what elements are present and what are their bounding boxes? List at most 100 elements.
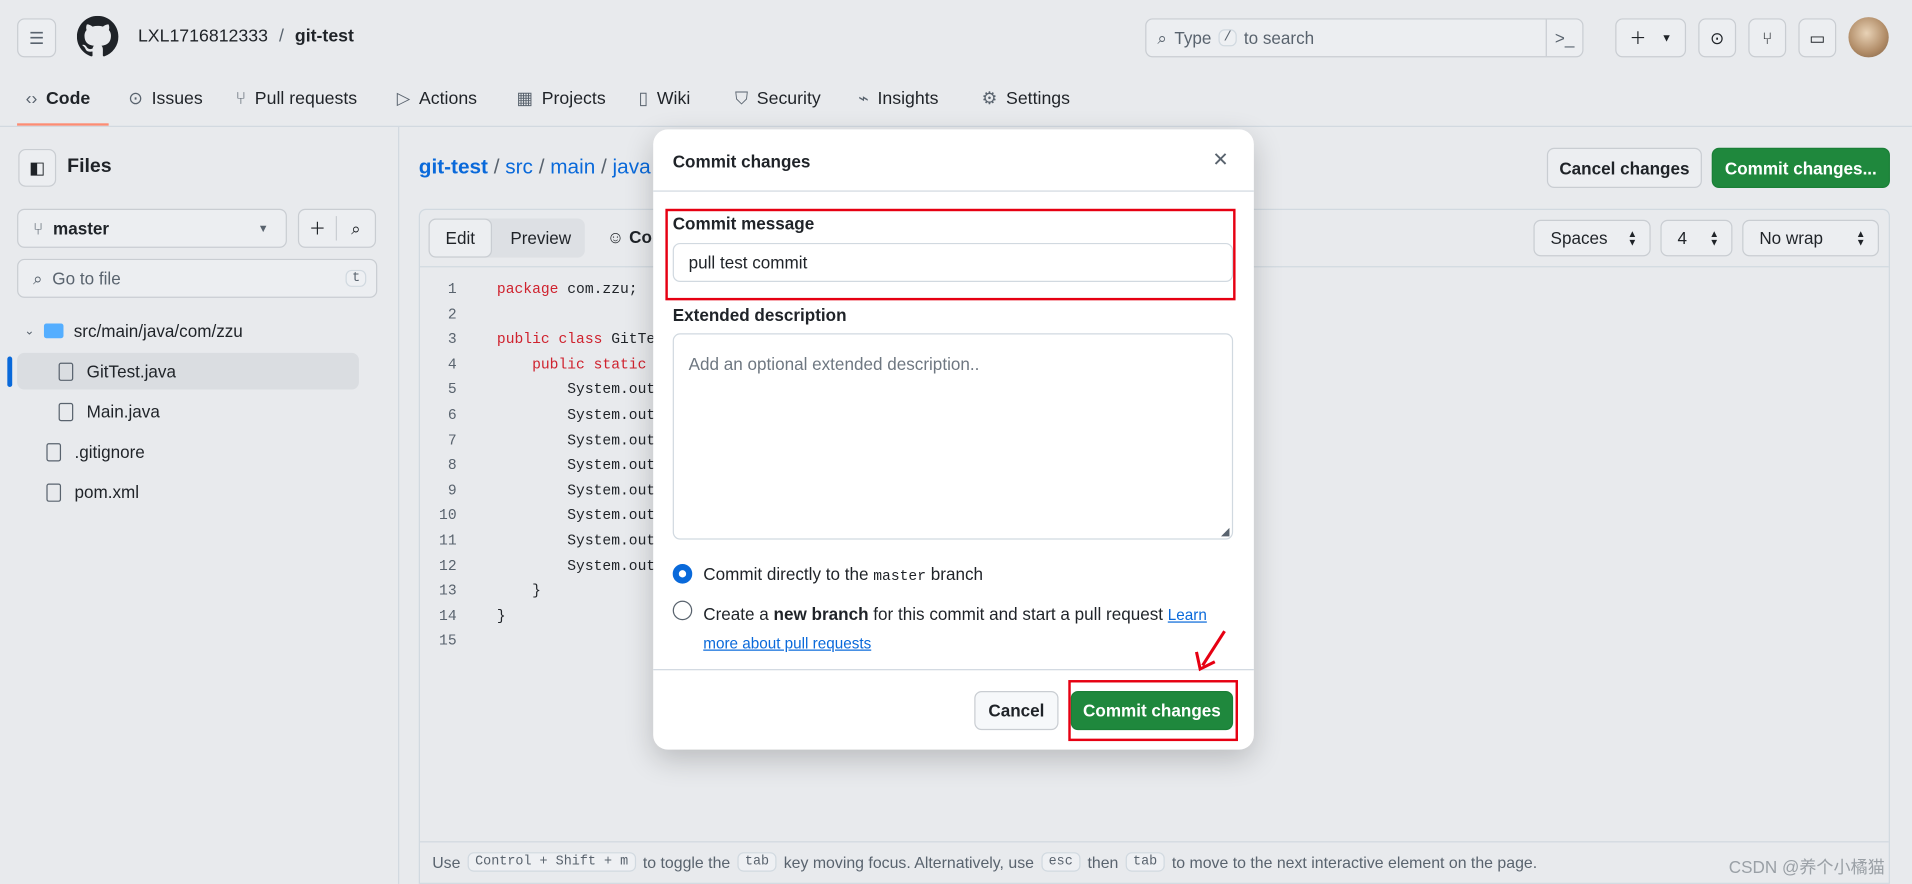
cancel-changes-button[interactable]: Cancel changes xyxy=(1546,147,1702,189)
branch-code: master xyxy=(873,567,927,585)
copilot-icon: ☺ xyxy=(606,227,625,247)
extended-description-label: Extended description xyxy=(672,305,847,325)
menu-button[interactable]: ☰ xyxy=(17,18,57,58)
hint-text: Use xyxy=(432,852,461,872)
extended-description-textarea[interactable]: Add an optional extended description.. ◢ xyxy=(672,333,1234,540)
search-placeholder: Type xyxy=(1174,28,1212,48)
indent-size-select[interactable]: 4 ▲ ▼ xyxy=(1660,219,1733,257)
line-number: 3 xyxy=(447,331,457,349)
tab-pull-requests[interactable]: ⑂ Pull requests xyxy=(236,85,358,112)
learn-more-link-continued[interactable]: more about pull requests xyxy=(703,635,871,652)
line-number: 9 xyxy=(447,482,457,500)
tab-security[interactable]: ⛉ Security xyxy=(735,85,821,112)
file-icon xyxy=(58,361,74,381)
create-new-button[interactable]: ＋ ▼ xyxy=(1615,18,1687,58)
collapse-sidebar-button[interactable]: ◧ xyxy=(18,148,57,187)
avatar[interactable] xyxy=(1848,17,1889,58)
line-number: 7 xyxy=(447,431,457,449)
annotation-arrow-icon xyxy=(1194,630,1226,672)
hint-text: then xyxy=(1087,852,1119,872)
code-icon: ‹› xyxy=(25,89,38,109)
play-icon: ▷ xyxy=(396,89,411,109)
file-actions: ＋ ⌕ xyxy=(297,208,377,248)
tab-actions[interactable]: ▷ Actions xyxy=(397,85,477,112)
annotation-highlight xyxy=(665,208,1236,301)
breadcrumb-repo[interactable]: git-test xyxy=(419,155,488,178)
hint-text: to move to the next interactive element … xyxy=(1171,852,1538,872)
line-number: 13 xyxy=(439,582,457,600)
tab-issues[interactable]: ⊙ Issues xyxy=(128,85,203,112)
search-icon: ⌕ xyxy=(1157,27,1167,48)
code-line: } xyxy=(496,607,506,625)
line-number: 14 xyxy=(439,607,457,625)
tab-label: Actions xyxy=(418,89,478,109)
tab-label: Security xyxy=(756,89,821,109)
new-branch-label[interactable]: Create a new branch for this commit and … xyxy=(703,601,1240,657)
breadcrumb: git-test / src / main / java xyxy=(418,155,651,179)
go-to-file-placeholder: Go to file xyxy=(52,268,121,289)
tab-label: Insights xyxy=(877,89,939,109)
code-line: System.out. xyxy=(567,557,664,575)
branch-icon: ⑂ xyxy=(32,218,44,239)
new-branch-bold: new branch xyxy=(773,604,869,624)
repo-link[interactable]: git-test xyxy=(295,27,354,47)
edit-tab[interactable]: Edit xyxy=(428,218,493,258)
tree-item[interactable]: GitTest.java xyxy=(17,352,359,390)
inbox-button[interactable]: ▭ xyxy=(1798,18,1837,58)
tree-item[interactable]: .gitignore xyxy=(17,433,359,470)
issues-button[interactable]: ⊙ xyxy=(1698,18,1737,58)
caret-down-icon: ▼ xyxy=(257,222,269,235)
add-file-icon[interactable]: ＋ xyxy=(299,216,337,241)
copilot-button[interactable]: ☺ Co xyxy=(607,227,652,247)
code-line: System.out. xyxy=(567,482,664,500)
go-to-file-input[interactable]: ⌕ Go to file t xyxy=(17,258,378,298)
line-number: 11 xyxy=(439,532,457,550)
tab-insights[interactable]: ⌁ Insights xyxy=(858,85,938,112)
hamburger-icon: ☰ xyxy=(28,27,45,48)
owner-link[interactable]: LXL1716812333 xyxy=(138,27,268,47)
commit-changes-button[interactable]: Commit changes... xyxy=(1711,147,1890,189)
branch-name: master xyxy=(52,218,110,239)
new-branch-radio[interactable] xyxy=(672,600,693,621)
search-input[interactable]: ⌕ Type / to search >_ xyxy=(1145,18,1584,58)
tree-item[interactable]: ⌄ src/main/java/com/zzu xyxy=(17,313,359,350)
commit-direct-label[interactable]: Commit directly to the master branch xyxy=(703,564,983,585)
pull-request-icon: ⑂ xyxy=(1762,28,1773,48)
tab-wiki[interactable]: ▯ Wiki xyxy=(639,85,691,112)
close-icon[interactable]: ✕ xyxy=(1212,148,1228,172)
tree-item[interactable]: pom.xml xyxy=(17,474,359,511)
branch-select[interactable]: ⑂ master ▼ xyxy=(17,208,287,248)
pull-requests-button[interactable]: ⑂ xyxy=(1748,18,1787,58)
table-icon: ▦ xyxy=(516,89,534,109)
shield-icon: ⛉ xyxy=(734,89,749,109)
tab-settings[interactable]: ⚙ Settings xyxy=(982,85,1070,112)
code-line: System.out. xyxy=(567,381,664,399)
preview-tab[interactable]: Preview xyxy=(510,228,571,248)
tab-projects[interactable]: ▦ Projects xyxy=(516,85,605,112)
search-files-icon[interactable]: ⌕ xyxy=(337,218,375,239)
breadcrumb-item[interactable]: src xyxy=(505,155,533,178)
commit-direct-radio[interactable] xyxy=(672,564,693,584)
tree-item-label: pom.xml xyxy=(74,482,140,502)
select-arrows-icon: ▲ ▼ xyxy=(1855,228,1866,248)
code-line: public class GitTes xyxy=(496,331,664,349)
command-palette-icon[interactable]: >_ xyxy=(1545,19,1583,57)
breadcrumb-item[interactable]: main xyxy=(550,155,595,178)
breadcrumb-item[interactable]: java xyxy=(613,155,651,178)
learn-more-link[interactable]: Learn xyxy=(1168,607,1207,624)
indent-mode-value: Spaces xyxy=(1550,228,1608,248)
tab-code[interactable]: ‹› Code xyxy=(26,85,91,112)
code-line: System.out. xyxy=(567,507,664,525)
cancel-button[interactable]: Cancel xyxy=(974,691,1059,731)
issue-icon: ⊙ xyxy=(1710,27,1725,48)
dialog-footer-divider xyxy=(653,669,1254,671)
wrap-mode-value: No wrap xyxy=(1759,228,1823,248)
gear-icon: ⚙ xyxy=(981,89,998,109)
resize-handle-icon[interactable]: ◢ xyxy=(1221,525,1229,538)
kbd: tab xyxy=(1125,852,1165,872)
search-shortcut: / xyxy=(1218,29,1237,47)
github-logo-icon[interactable] xyxy=(76,15,119,58)
indent-mode-select[interactable]: Spaces ▲ ▼ xyxy=(1533,219,1651,257)
tree-item[interactable]: Main.java xyxy=(17,393,359,430)
wrap-mode-select[interactable]: No wrap ▲ ▼ xyxy=(1742,219,1879,257)
